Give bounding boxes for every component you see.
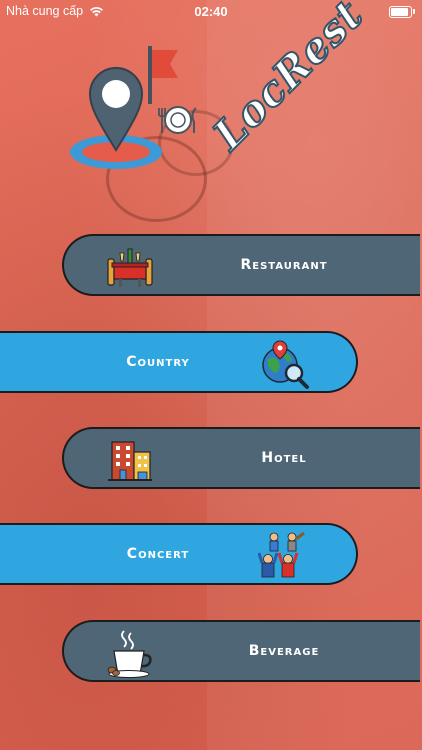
battery-icon bbox=[389, 6, 415, 18]
menu-item-hotel[interactable]: Hotel bbox=[62, 427, 420, 489]
menu-item-label: Restaurant bbox=[240, 257, 328, 273]
hotel-building-icon bbox=[108, 441, 152, 481]
menu-item-label: Concert bbox=[126, 546, 190, 562]
coffee-cup-icon bbox=[107, 630, 152, 678]
globe-search-icon bbox=[262, 340, 309, 389]
restaurant-table-icon bbox=[107, 248, 153, 287]
menu-item-label: Country bbox=[126, 354, 190, 370]
menu-item-beverage[interactable]: Beverage bbox=[62, 620, 420, 682]
menu-item-label: Hotel bbox=[261, 450, 307, 466]
menu-item-country[interactable]: Country bbox=[0, 331, 358, 393]
menu-item-label: Beverage bbox=[248, 643, 320, 659]
menu-item-restaurant[interactable]: Restaurant bbox=[62, 234, 420, 296]
menu-item-concert[interactable]: Concert bbox=[0, 523, 358, 585]
concert-crowd-icon bbox=[258, 531, 305, 578]
